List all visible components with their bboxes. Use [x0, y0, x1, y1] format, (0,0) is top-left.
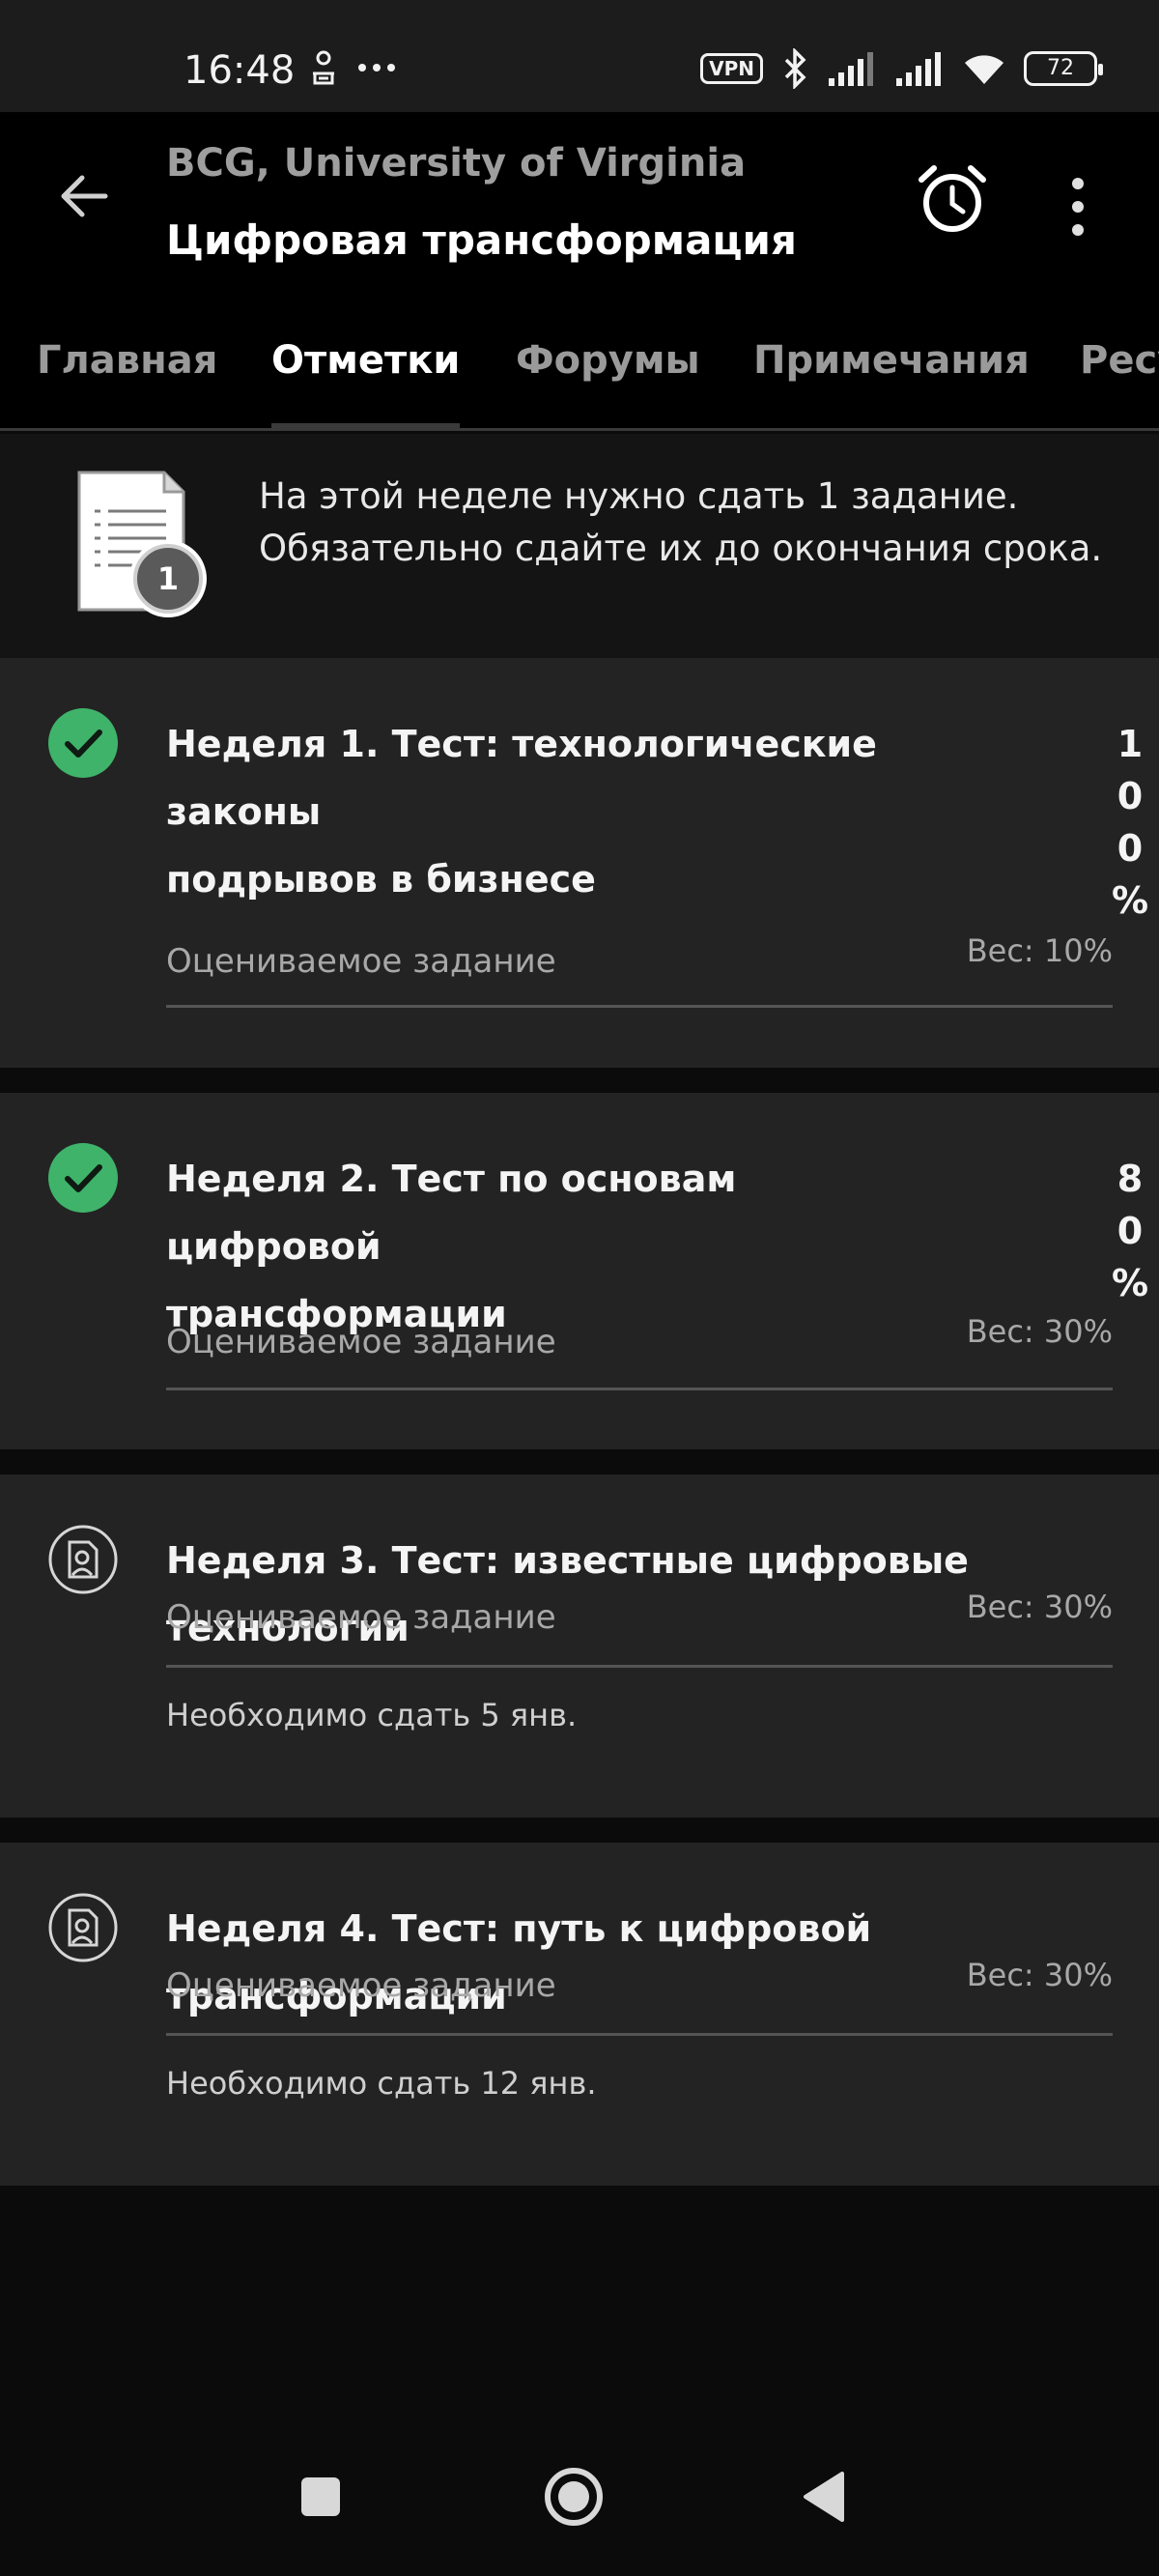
notice-badge-count: 1	[156, 560, 180, 597]
assignment-kind: Оцениваемое задание	[166, 1598, 556, 1637]
person-pin-icon	[313, 50, 334, 85]
assignment-card[interactable]: Неделя 2. Тест по основам цифровой транс…	[0, 1093, 1159, 1449]
notice-line-1: На этой неделе нужно сдать 1 задание.	[259, 475, 1019, 517]
divider	[166, 1005, 1113, 1008]
vpn-badge: VPN	[700, 53, 763, 84]
back-arrow-icon[interactable]	[53, 165, 115, 227]
overflow-menu-icon[interactable]	[1060, 170, 1095, 243]
assignment-title-line-1: Неделя 1. Тест: технологические законы	[166, 723, 877, 833]
divider	[166, 1665, 1113, 1668]
course-provider: BCG, University of Virginia	[166, 141, 747, 186]
battery-indicator: 72	[1024, 51, 1103, 86]
tab-main[interactable]: Главная	[37, 338, 217, 428]
due-date: Необходимо сдать 5 янв.	[166, 1697, 578, 1733]
grade-value: 8 0 %	[1111, 1158, 1149, 1304]
document-icon	[77, 471, 207, 617]
quiz-icon	[48, 1893, 118, 1962]
wifi-icon	[965, 55, 1004, 84]
grade-value: 1 0 0 %	[1111, 723, 1149, 922]
assignment-kind: Оцениваемое задание	[166, 942, 556, 981]
check-circle-icon	[48, 708, 118, 778]
assignment-kind: Оцениваемое задание	[166, 1966, 556, 2005]
signal-icon	[896, 52, 941, 86]
assignment-weight: Вес: 30%	[966, 1957, 1113, 1993]
notice-line-2: Обязательно сдайте их до окончания срока…	[259, 528, 1103, 569]
more-dots-icon	[358, 64, 395, 72]
tab-grades[interactable]: Отметки	[271, 338, 461, 428]
tab-forums[interactable]: Форумы	[516, 338, 700, 428]
tab-resources[interactable]: Ресу	[1080, 338, 1159, 428]
assignment-card[interactable]: Неделя 3. Тест: известные цифровые техно…	[0, 1474, 1159, 1818]
assignment-title-line-2: подрывов в бизнесе	[166, 858, 596, 901]
due-date: Необходимо сдать 12 янв.	[166, 2065, 597, 2102]
home-icon[interactable]	[543, 2466, 605, 2528]
assignment-title-line-1: Неделя 2. Тест по основам цифровой	[166, 1158, 737, 1268]
alarm-clock-icon[interactable]	[916, 162, 989, 236]
status-bar: 16:48 VPN 72	[0, 0, 1159, 112]
divider	[166, 1388, 1113, 1390]
bluetooth-icon	[784, 48, 806, 89]
app-bar: BCG, University of Virginia Цифровая тра…	[0, 112, 1159, 325]
assignment-weight: Вес: 30%	[966, 1313, 1113, 1350]
tab-bar: Главная Отметки Форумы Примечания Ресу	[0, 325, 1159, 431]
quiz-icon	[48, 1525, 118, 1594]
assignment-kind: Оцениваемое задание	[166, 1323, 556, 1361]
assignment-weight: Вес: 30%	[966, 1589, 1113, 1625]
system-nav-bar	[0, 2416, 1159, 2576]
tab-notes[interactable]: Примечания	[753, 338, 1030, 428]
assignment-weight: Вес: 10%	[966, 932, 1113, 969]
back-triangle-icon[interactable]	[794, 2466, 856, 2528]
status-time: 16:48	[184, 48, 296, 93]
assignment-card[interactable]: Неделя 4. Тест: путь к цифровой трансфор…	[0, 1843, 1159, 2186]
recent-apps-icon[interactable]	[290, 2466, 352, 2528]
signal-icon	[829, 52, 873, 86]
course-title: Цифровая трансформация	[166, 216, 797, 264]
divider	[166, 2033, 1113, 2036]
check-circle-icon	[48, 1143, 118, 1213]
deadline-notice: 1 На этой неделе нужно сдать 1 задание. …	[0, 434, 1159, 658]
assignment-card[interactable]: Неделя 1. Тест: технологические законы п…	[0, 658, 1159, 1068]
